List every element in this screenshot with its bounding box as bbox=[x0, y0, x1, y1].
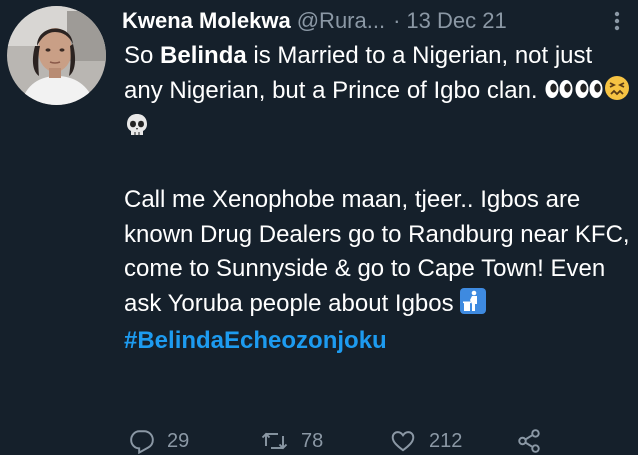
share-icon bbox=[516, 428, 542, 454]
share-button[interactable] bbox=[516, 424, 542, 455]
reply-count: 29 bbox=[167, 429, 190, 452]
avatar[interactable] bbox=[7, 6, 106, 105]
more-vertical-icon[interactable] bbox=[610, 6, 624, 36]
retweet-icon bbox=[261, 428, 289, 454]
heart-icon bbox=[389, 428, 417, 454]
avatar-photo bbox=[7, 6, 106, 105]
tweet-hashtag-line: #BelindaEcheozonjoku bbox=[124, 324, 632, 359]
eyes-emoji bbox=[544, 77, 574, 112]
header-separator: · bbox=[393, 8, 401, 33]
retweet-count: 78 bbox=[301, 429, 324, 452]
retweet-button[interactable]: 78 bbox=[261, 424, 323, 455]
reply-button[interactable]: 29 bbox=[129, 424, 189, 455]
tweet-text-prefix: So bbox=[124, 42, 161, 69]
confounded-face-emoji bbox=[604, 75, 630, 112]
like-count: 212 bbox=[429, 429, 463, 452]
put-litter-in-its-place-emoji bbox=[460, 287, 487, 325]
tweet-text-bold-name: Belinda bbox=[160, 42, 247, 69]
tweet[interactable]: Kwena Molekwa @Rura... · 13 Dec 21 So Be… bbox=[0, 0, 638, 455]
skull-emoji bbox=[124, 112, 150, 149]
tweet-actions: 29 78 212 bbox=[124, 424, 634, 455]
tweet-paragraph-2: Call me Xenophobe maan, tjeer.. Igbos ar… bbox=[124, 183, 632, 324]
tweet-date[interactable]: 13 Dec 21 bbox=[406, 8, 506, 34]
tweet-text: So Belinda is Married to a Nigerian, not… bbox=[124, 39, 632, 359]
tweet-paragraph-1: So Belinda is Married to a Nigerian, not… bbox=[124, 39, 632, 149]
tweet-header: Kwena Molekwa @Rura... · 13 Dec 21 bbox=[122, 6, 632, 36]
author-name[interactable]: Kwena Molekwa bbox=[122, 8, 291, 34]
tweet-text-paragraph-2: Call me Xenophobe maan, tjeer.. Igbos ar… bbox=[124, 186, 630, 317]
like-button[interactable]: 212 bbox=[389, 424, 462, 455]
reply-icon bbox=[129, 428, 155, 454]
hashtag-link[interactable]: #BelindaEcheozonjoku bbox=[124, 327, 387, 354]
eyes-emoji-2 bbox=[574, 77, 604, 112]
author-handle[interactable]: @Rura... bbox=[297, 8, 385, 34]
